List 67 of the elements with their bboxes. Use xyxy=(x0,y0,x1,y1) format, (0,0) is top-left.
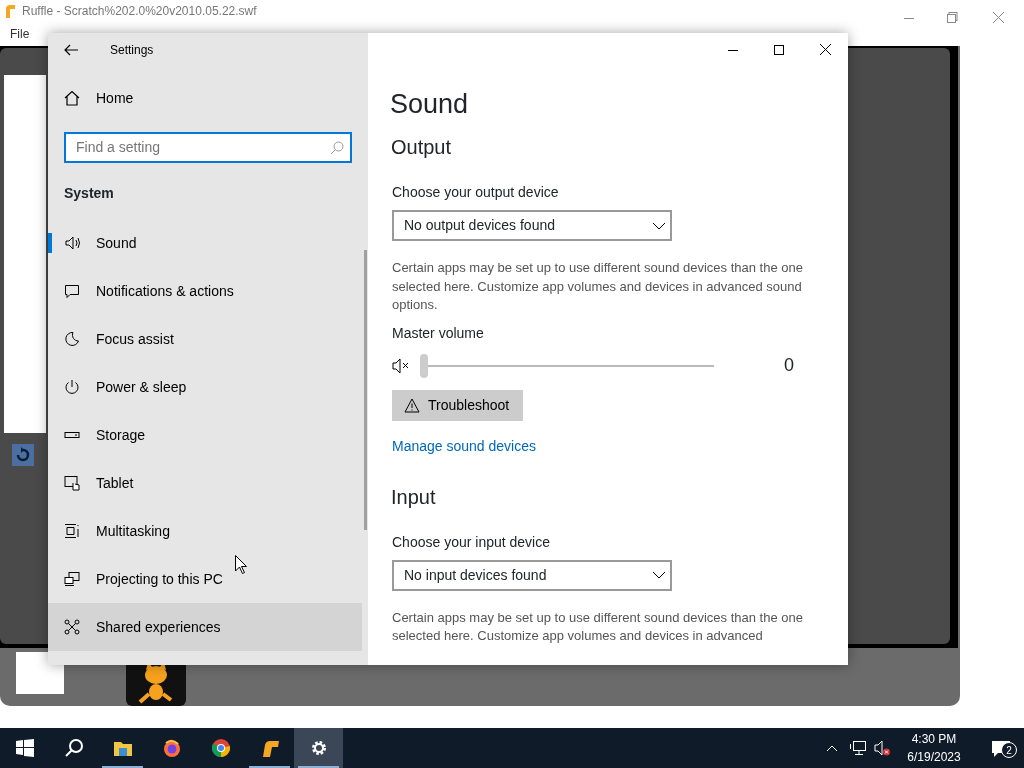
search-icon xyxy=(330,140,344,155)
field-label: Choose your output device xyxy=(392,183,560,203)
power-icon xyxy=(64,379,80,395)
nav-item[interactable]: Projecting to this PC xyxy=(48,555,362,603)
moon-icon xyxy=(64,331,80,347)
nav-item[interactable]: Focus assist xyxy=(48,315,362,363)
taskbar-button[interactable] xyxy=(294,728,343,768)
window-title: Ruffle - Scratch%202.0%20v2010.05.22.swf xyxy=(22,3,257,20)
notifications-button[interactable]: 2 xyxy=(978,728,1024,768)
search-input[interactable]: Find a setting xyxy=(74,136,330,159)
clock-date[interactable]: 6/19/2023 xyxy=(898,748,970,766)
nav-item[interactable]: Sound xyxy=(48,219,362,267)
clock-time[interactable]: 4:30 PM xyxy=(898,730,970,748)
nav-item[interactable]: Storage xyxy=(48,411,362,459)
folder-icon xyxy=(113,739,132,757)
home-icon xyxy=(64,90,80,106)
troubleshoot-button[interactable]: Troubleshoot xyxy=(392,389,524,421)
device-dropdown[interactable]: No input devices found xyxy=(392,559,672,591)
network-nodes-icon xyxy=(64,619,80,635)
description-text: Certain apps may be set up to use different sound devices than the one selected here. Customize app volumes and devices in advanced sound options. xyxy=(392,259,804,315)
message-icon xyxy=(64,283,80,299)
chevron-down-icon xyxy=(652,571,666,580)
chevron-down-icon xyxy=(652,221,666,230)
refresh-icon[interactable] xyxy=(12,443,34,466)
restore-icon[interactable] xyxy=(947,11,958,23)
windows-logo-icon xyxy=(15,739,34,757)
close-icon[interactable] xyxy=(993,11,1004,23)
ruffle-logo-icon xyxy=(260,739,279,757)
field-label: Master volume xyxy=(392,323,485,343)
ruffle-logo-icon xyxy=(4,4,16,18)
volume-value: 0 xyxy=(784,354,794,378)
page-title: Sound xyxy=(390,88,470,121)
warning-icon xyxy=(404,397,420,413)
network-icon[interactable] xyxy=(850,741,866,755)
section-heading: Input xyxy=(391,484,437,510)
nav-item[interactable]: Home xyxy=(48,74,362,122)
gear-icon xyxy=(309,739,328,757)
nav-item[interactable]: Multitasking xyxy=(48,507,362,555)
slider-thumb[interactable] xyxy=(420,353,428,378)
menu-item[interactable]: File xyxy=(10,25,30,43)
nav-item[interactable]: Shared experiences xyxy=(48,603,362,651)
close-icon xyxy=(819,44,831,55)
field-label: Choose your input device xyxy=(392,532,551,552)
chevron-up-icon[interactable] xyxy=(826,744,838,752)
nav-item[interactable]: Tablet xyxy=(48,459,362,507)
nav-item[interactable]: Power & sleep xyxy=(48,363,362,411)
firefox-icon xyxy=(162,739,181,757)
search-icon xyxy=(64,739,83,757)
mouse-pointer-icon xyxy=(235,555,247,575)
monitors-icon xyxy=(64,571,80,587)
search-field[interactable]: Find a setting xyxy=(64,132,352,163)
multitasking-icon xyxy=(64,523,80,539)
speaker-icon xyxy=(64,235,80,251)
description-text: Certain apps may be set up to use different sound devices than the one selected here. Customize app volumes and devices in advanced xyxy=(392,608,804,646)
device-dropdown[interactable]: No output devices found xyxy=(392,210,672,242)
section-heading: Output xyxy=(391,135,453,161)
maximize-icon xyxy=(774,44,784,55)
manage-devices-link[interactable]: Manage sound devices xyxy=(392,435,536,457)
back-arrow-icon xyxy=(64,43,78,56)
scrollbar[interactable] xyxy=(364,250,367,530)
muted-speaker-icon[interactable] xyxy=(874,740,890,756)
notification-count: 2 xyxy=(1001,742,1017,758)
section-heading: System xyxy=(63,184,115,203)
nav-item[interactable]: Notifications & actions xyxy=(48,267,362,315)
chrome-icon xyxy=(211,739,230,757)
tablet-icon xyxy=(64,475,80,491)
window-title: Settings xyxy=(110,41,154,59)
